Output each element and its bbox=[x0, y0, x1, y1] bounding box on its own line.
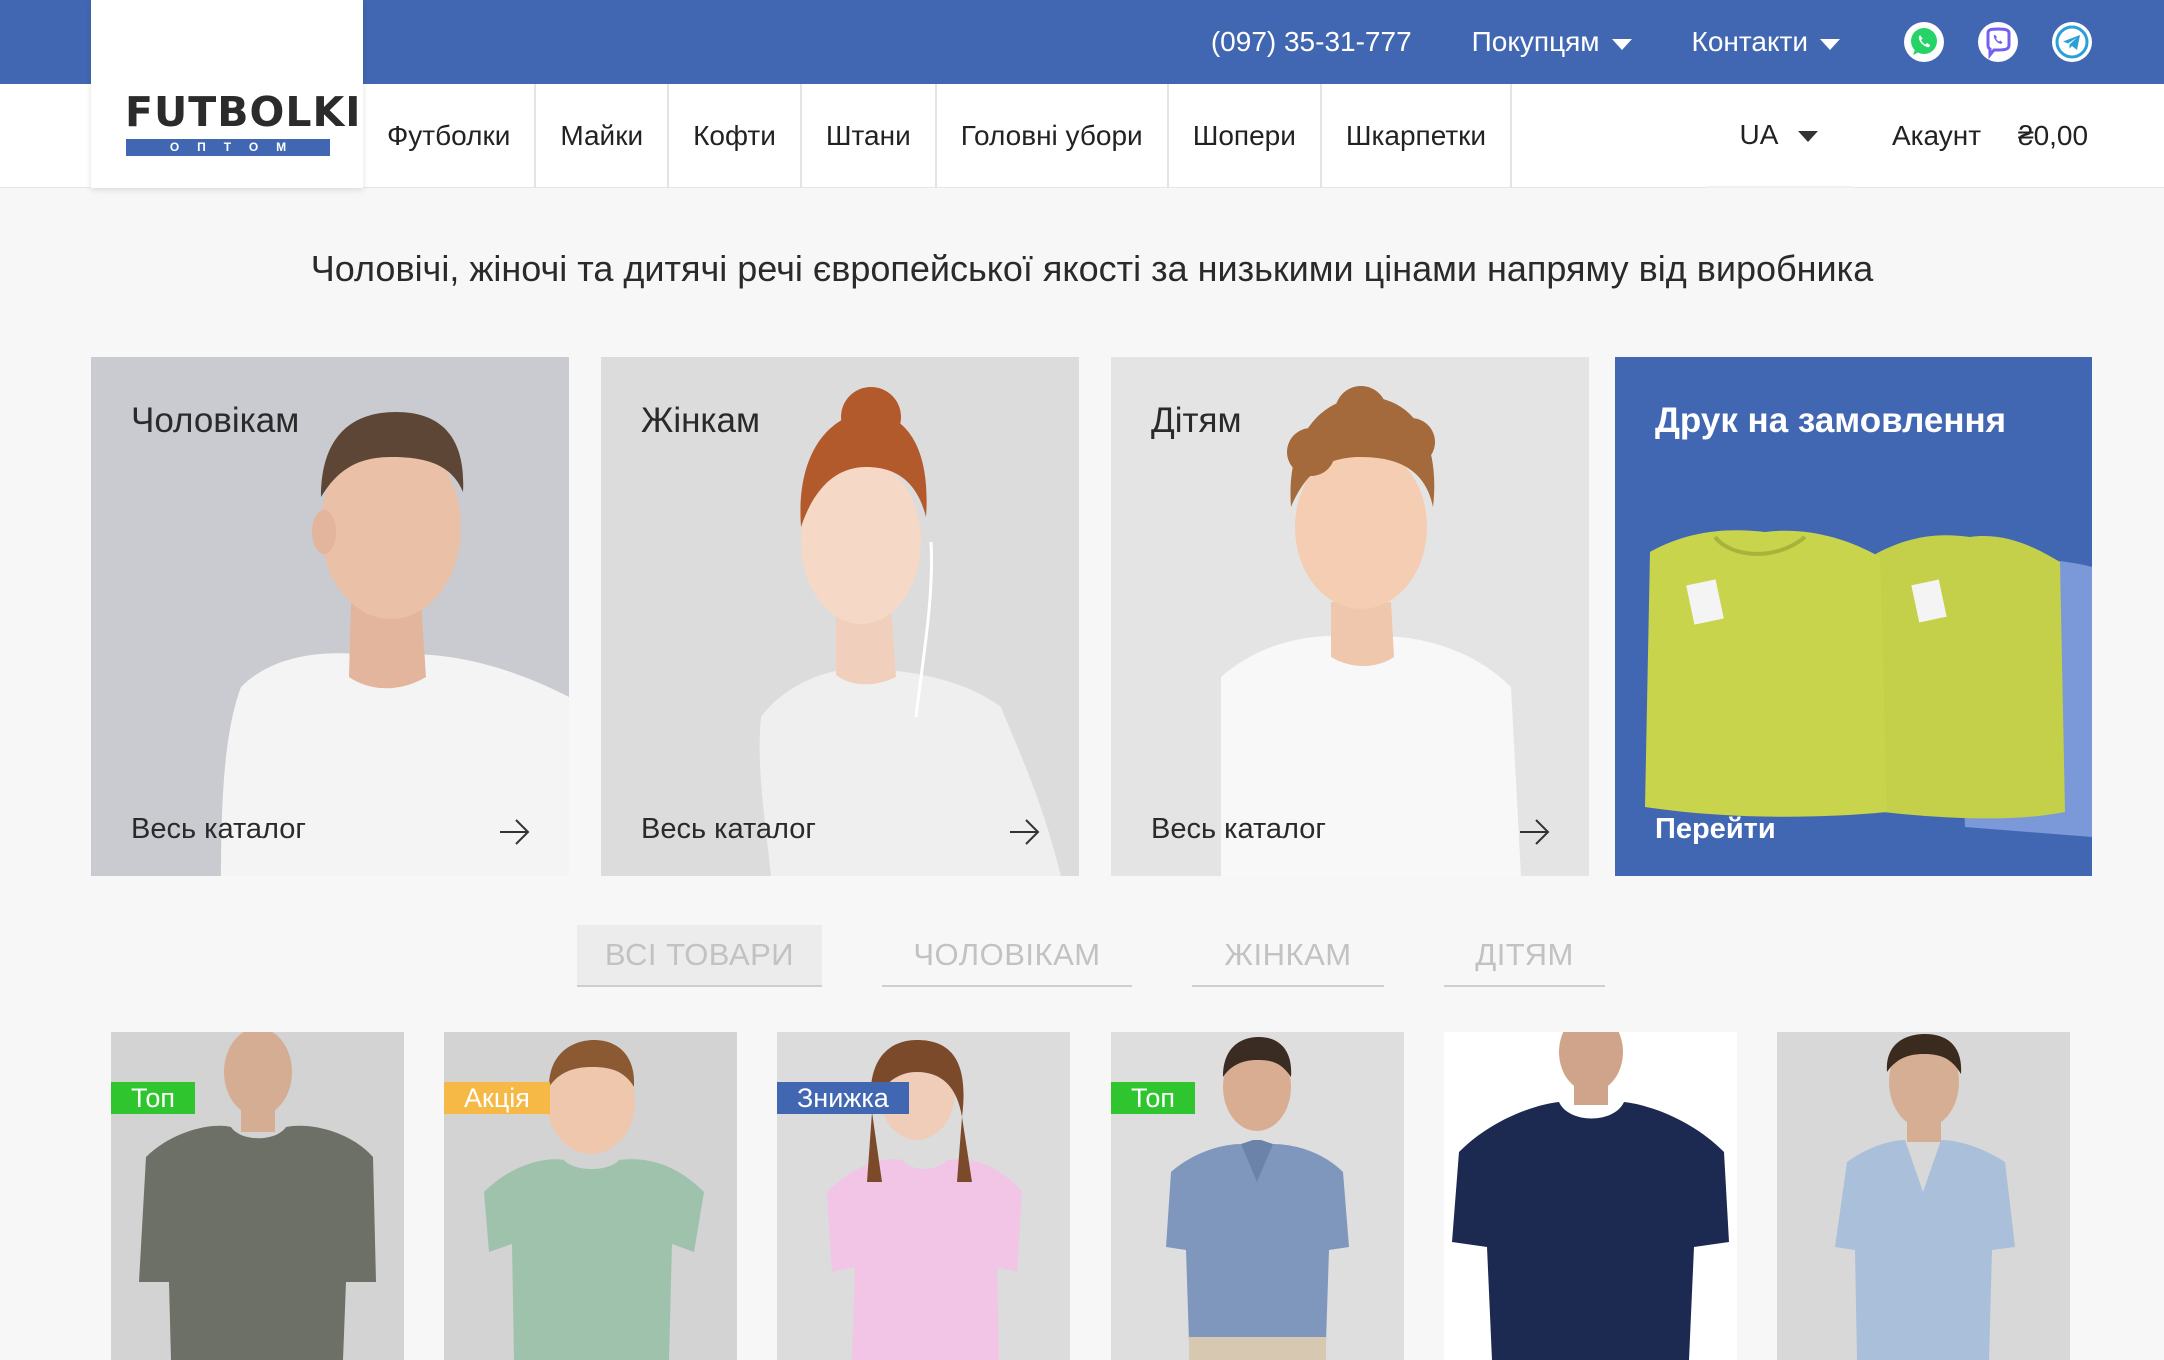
viber-icon[interactable] bbox=[1978, 22, 2018, 62]
nav-item-sweatshirts[interactable]: Кофти bbox=[669, 84, 802, 188]
language-selector[interactable]: UA bbox=[1706, 84, 1852, 188]
product-badge: Топ bbox=[111, 1082, 196, 1114]
contacts-menu[interactable]: Контакти bbox=[1692, 26, 1840, 58]
whatsapp-icon[interactable] bbox=[1904, 22, 1944, 62]
account-link[interactable]: Акаунт bbox=[1892, 84, 1981, 188]
card-women-title: Жінкам bbox=[641, 401, 761, 440]
product-card[interactable]: Топ bbox=[111, 1032, 404, 1360]
logo-title: FUTBOLKI bbox=[125, 88, 362, 136]
logo[interactable]: FUTBOLKI ОПТОМ bbox=[91, 0, 363, 188]
card-kids[interactable]: Дітям Весь каталог bbox=[1111, 357, 1589, 876]
cart-total[interactable]: ₴0,00 bbox=[2018, 84, 2088, 188]
product-image bbox=[1444, 1032, 1737, 1360]
chevron-down-icon bbox=[1798, 130, 1819, 142]
card-women-link[interactable]: Весь каталог bbox=[641, 813, 816, 846]
product-card[interactable] bbox=[1444, 1032, 1737, 1360]
card-women[interactable]: Жінкам Весь каталог bbox=[601, 357, 1079, 876]
phone-link[interactable]: (097) 35-31-777 bbox=[1211, 26, 1412, 58]
product-card[interactable] bbox=[1777, 1032, 2070, 1360]
card-men-link[interactable]: Весь каталог bbox=[131, 813, 306, 846]
tab-all-products[interactable]: ВСІ ТОВАРИ bbox=[577, 925, 822, 987]
category-menu: Футболки Майки Кофти Штани Головні убори… bbox=[363, 84, 1513, 188]
tab-women[interactable]: ЖІНКАМ bbox=[1192, 925, 1384, 987]
nav-item-socks[interactable]: Шкарпетки bbox=[1322, 84, 1513, 188]
page-headline: Чоловічі, жіночі та дитячі речі європейс… bbox=[310, 248, 1874, 289]
language-label: UA bbox=[1739, 119, 1779, 150]
contacts-menu-label: Контакти bbox=[1691, 26, 1808, 57]
product-image bbox=[1777, 1032, 2070, 1360]
card-men[interactable]: Чоловікам Весь каталог bbox=[91, 357, 569, 876]
arrow-right-icon[interactable] bbox=[499, 818, 531, 846]
arrow-right-icon[interactable] bbox=[1009, 818, 1041, 846]
card-kids-link[interactable]: Весь каталог bbox=[1151, 813, 1326, 846]
buyers-menu[interactable]: Покупцям bbox=[1472, 26, 1632, 58]
shirt-shape bbox=[139, 1125, 376, 1360]
card-men-title: Чоловікам bbox=[131, 401, 300, 440]
nav-item-shoppers[interactable]: Шопери bbox=[1169, 84, 1322, 188]
product-badge: Знижка bbox=[777, 1082, 909, 1114]
arrow-right-icon[interactable] bbox=[1519, 818, 1551, 846]
nav-item-headwear[interactable]: Головні убори bbox=[937, 84, 1169, 188]
product-card[interactable]: Знижка bbox=[777, 1032, 1070, 1360]
chevron-down-icon bbox=[1820, 38, 1840, 50]
tab-kids[interactable]: ДІТЯМ bbox=[1444, 925, 1605, 987]
nav-item-tshirts[interactable]: Футболки bbox=[363, 84, 537, 188]
product-card[interactable]: Топ bbox=[1111, 1032, 1404, 1360]
buyers-menu-label: Покупцям bbox=[1471, 26, 1600, 57]
product-badge: Топ bbox=[1111, 1082, 1196, 1114]
card-kids-title: Дітям bbox=[1151, 401, 1242, 440]
tab-men[interactable]: ЧОЛОВІКАМ bbox=[882, 925, 1132, 987]
card-custom-print[interactable]: Друк на замовлення Перейти bbox=[1615, 357, 2092, 876]
card-print-link[interactable]: Перейти bbox=[1655, 813, 1776, 846]
product-card[interactable]: Акція bbox=[444, 1032, 737, 1360]
nav-item-pants[interactable]: Штани bbox=[802, 84, 937, 188]
nav-item-tanks[interactable]: Майки bbox=[536, 84, 670, 188]
telegram-icon[interactable] bbox=[2052, 22, 2092, 62]
product-badge: Акція bbox=[444, 1082, 550, 1114]
card-print-title: Друк на замовлення bbox=[1655, 401, 2007, 440]
logo-subtitle: ОПТОМ bbox=[126, 139, 330, 156]
chevron-down-icon bbox=[1611, 38, 1632, 50]
